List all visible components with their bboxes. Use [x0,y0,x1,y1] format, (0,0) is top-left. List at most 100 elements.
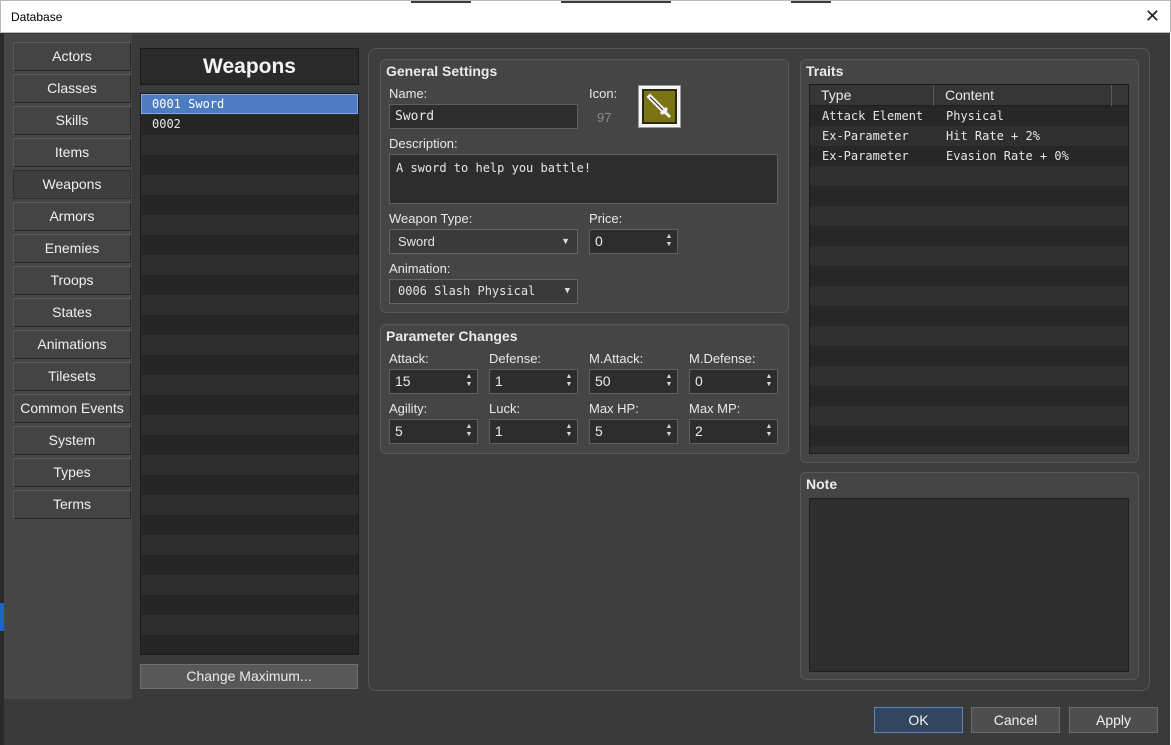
column-header-type[interactable]: Type [810,85,934,106]
nav-classes[interactable]: Classes [13,74,131,103]
nav-states[interactable]: States [13,298,131,327]
chevron-down-icon: ▼ [564,286,570,296]
table-row[interactable]: Ex-Parameter Hit Rate + 2% [810,126,1128,146]
list-item[interactable]: 0002 [141,114,358,134]
background-strip [561,1,671,3]
agility-value: 5 [395,423,403,439]
name-field[interactable]: Sword [389,104,578,129]
traits-table[interactable]: Type Content Attack Element Physical Ex-… [809,84,1129,454]
change-maximum-button[interactable]: Change Maximum... [140,664,358,689]
parameter-changes-title: Parameter Changes [386,328,518,344]
mdefense-label: M.Defense: [689,351,756,366]
trait-type: Ex-Parameter [822,149,909,163]
note-field[interactable] [809,498,1129,672]
weapon-type-select[interactable]: Sword ▼ [389,229,578,254]
nav-troops[interactable]: Troops [13,266,131,295]
traits-header: Type Content [810,85,1128,106]
mattack-stepper[interactable]: 50 ▲ ▼ [589,369,678,394]
stepper-arrows-icon[interactable]: ▲ ▼ [465,423,473,440]
weapon-type-value: Sword [398,234,435,249]
nav-weapons[interactable]: Weapons [13,170,131,199]
luck-label: Luck: [489,401,521,416]
animation-value: 0006 Slash Physical [398,284,536,298]
window-title: Database [11,10,63,24]
nav-skills[interactable]: Skills [13,106,131,135]
stepper-arrows-icon[interactable]: ▲ ▼ [665,423,673,440]
ok-button[interactable]: OK [874,707,963,733]
column-header-content[interactable]: Content [934,85,1112,106]
trait-type: Ex-Parameter [822,129,909,143]
stepper-arrows-icon[interactable]: ▲ ▼ [465,373,473,390]
maxmp-value: 2 [695,423,703,439]
title-bar: Database ✕ [0,0,1171,33]
agility-label: Agility: [389,401,428,416]
name-label: Name: [389,86,428,101]
mattack-value: 50 [595,373,611,389]
luck-stepper[interactable]: 1 ▲ ▼ [489,419,578,444]
list-item[interactable]: 0001 Sword [141,94,358,114]
mdefense-value: 0 [695,373,703,389]
maxhp-label: Max HP: [589,401,639,416]
icon-label: Icon: [589,86,618,101]
category-nav: Actors Classes Skills Items Weapons Armo… [4,34,132,699]
maxhp-stepper[interactable]: 5 ▲ ▼ [589,419,678,444]
background-strip [791,1,831,3]
cancel-button[interactable]: Cancel [971,707,1060,733]
note-title: Note [806,476,838,492]
stepper-arrows-icon[interactable]: ▲ ▼ [765,423,773,440]
list-title: Weapons [140,48,359,85]
defense-label: Defense: [489,351,542,366]
table-row[interactable]: Ex-Parameter Evasion Rate + 0% [810,146,1128,166]
stepper-arrows-icon[interactable]: ▲ ▼ [765,373,773,390]
stepper-arrows-icon[interactable]: ▲ ▼ [665,233,673,250]
nav-items[interactable]: Items [13,138,131,167]
stepper-arrows-icon[interactable]: ▲ ▼ [565,423,573,440]
agility-stepper[interactable]: 5 ▲ ▼ [389,419,478,444]
nav-actors[interactable]: Actors [13,42,131,71]
trait-type: Attack Element [822,109,924,123]
defense-value: 1 [495,373,503,389]
stepper-arrows-icon[interactable]: ▲ ▼ [665,373,673,390]
attack-stepper[interactable]: 15 ▲ ▼ [389,369,478,394]
price-stepper[interactable]: 0 ▲ ▼ [589,229,678,254]
weapon-list[interactable]: 0001 Sword 0002 [140,93,359,655]
description-label: Description: [389,136,458,151]
nav-animations[interactable]: Animations [13,330,131,359]
animation-label: Animation: [389,261,451,276]
table-row[interactable]: Attack Element Physical [810,106,1128,126]
nav-common-events[interactable]: Common Events [13,394,131,423]
nav-types[interactable]: Types [13,458,131,487]
animation-select[interactable]: 0006 Slash Physical ▼ [389,279,578,304]
maxmp-stepper[interactable]: 2 ▲ ▼ [689,419,778,444]
attack-value: 15 [395,373,411,389]
maxhp-value: 5 [595,423,603,439]
background-strip [411,1,471,3]
nav-armors[interactable]: Armors [13,202,131,231]
sword-icon [642,89,677,124]
price-value: 0 [595,233,603,249]
description-field[interactable]: A sword to help you battle! [389,154,778,204]
maxmp-label: Max MP: [689,401,741,416]
attack-label: Attack: [389,351,429,366]
nav-system[interactable]: System [13,426,131,455]
trait-content: Hit Rate + 2% [946,129,1040,143]
price-label: Price: [589,211,623,226]
weapon-type-label: Weapon Type: [389,211,473,226]
icon-index: 97 [597,110,612,125]
nav-tilesets[interactable]: Tilesets [13,362,131,391]
icon-picker[interactable] [638,85,681,128]
mattack-label: M.Attack: [589,351,644,366]
apply-button[interactable]: Apply [1069,707,1158,733]
general-settings-title: General Settings [386,63,498,79]
nav-terms[interactable]: Terms [13,490,131,519]
close-icon[interactable]: ✕ [1145,6,1160,26]
trait-content: Evasion Rate + 0% [946,149,1069,163]
trait-content: Physical [946,109,1004,123]
defense-stepper[interactable]: 1 ▲ ▼ [489,369,578,394]
mdefense-stepper[interactable]: 0 ▲ ▼ [689,369,778,394]
luck-value: 1 [495,423,503,439]
stepper-arrows-icon[interactable]: ▲ ▼ [565,373,573,390]
chevron-down-icon: ▼ [561,236,570,246]
nav-enemies[interactable]: Enemies [13,234,131,263]
traits-title: Traits [806,63,844,79]
